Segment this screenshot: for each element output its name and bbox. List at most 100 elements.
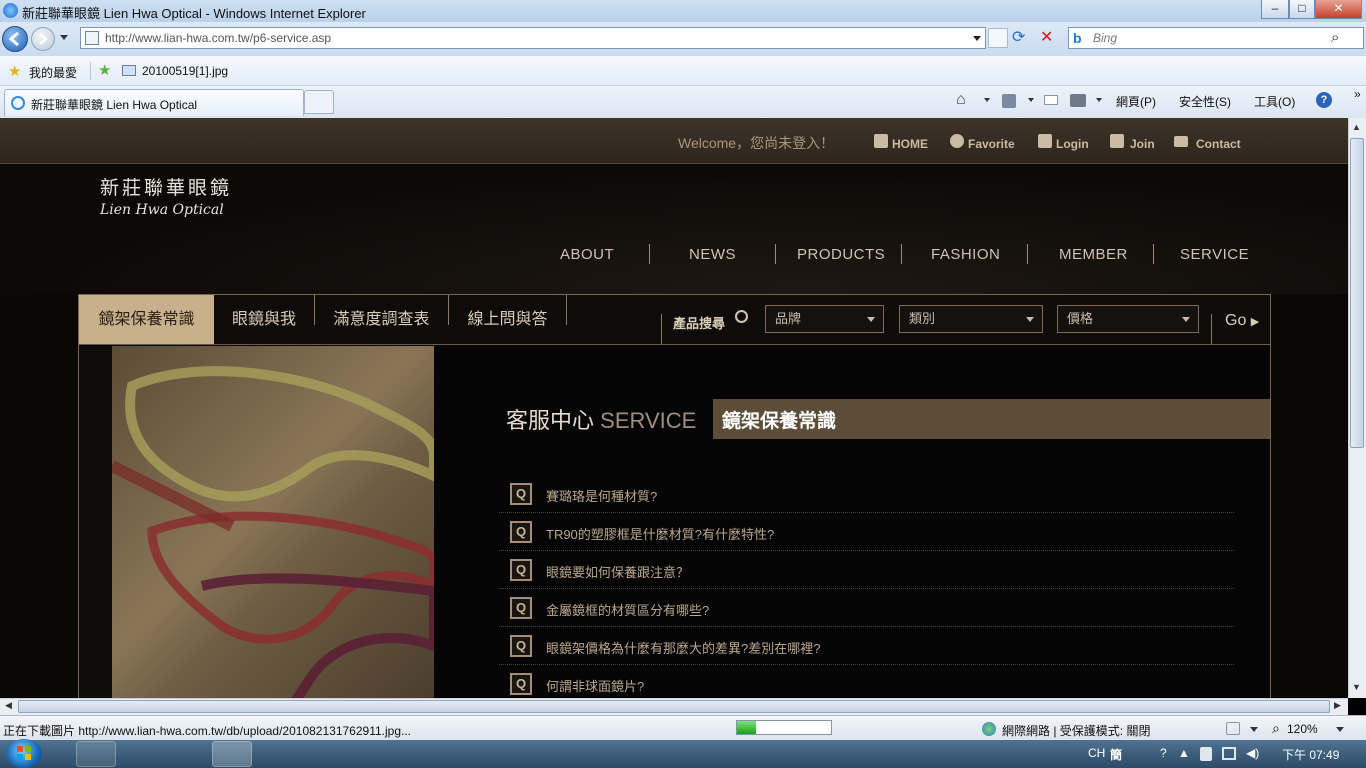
zoom-icon: ⌕ (1272, 720, 1280, 736)
question-item[interactable]: Q 賽璐珞是何種材質? (499, 475, 1234, 513)
scroll-up-icon[interactable]: ▲ (1352, 122, 1361, 132)
taskbar-internet-explorer[interactable] (212, 741, 252, 767)
product-search-label: 產品搜尋 (673, 316, 726, 331)
site-logo-chinese[interactable]: 新莊聯華眼鏡 (100, 173, 232, 200)
feeds-icon[interactable] (1002, 94, 1016, 108)
subtab-satisfaction-survey[interactable]: 滿意度調查表 (315, 295, 448, 344)
chevron-more-icon[interactable]: » (1354, 87, 1361, 101)
question-link[interactable]: 眼鏡架價格為什麼有那麼大的差異?差別在哪裡? (546, 638, 820, 657)
question-link[interactable]: 金屬鏡框的材質區分有哪些? (546, 600, 709, 619)
question-item[interactable]: Q 眼鏡架價格為什麼有那麼大的差異?差別在哪裡? (499, 627, 1234, 665)
top-link-home[interactable]: HOME (892, 137, 928, 151)
add-favorite-icon[interactable]: ★ (98, 61, 111, 79)
question-item[interactable]: Q 眼鏡要如何保養跟注意？ (499, 551, 1234, 589)
go-separator (1211, 314, 1212, 344)
vertical-scroll-thumb[interactable] (1350, 138, 1364, 448)
forward-button[interactable] (31, 27, 55, 51)
question-item[interactable]: Q 金屬鏡框的材質區分有哪些? (499, 589, 1234, 627)
favorite-link-item[interactable]: 20100519[1].jpg (142, 64, 228, 78)
go-button[interactable]: Go ▶ (1225, 312, 1259, 330)
stop-icon[interactable]: ✕ (1040, 27, 1053, 47)
popup-blocker-icon[interactable] (1226, 722, 1240, 735)
tools-menu[interactable]: 工具(O) (1254, 93, 1295, 110)
back-button[interactable] (2, 26, 28, 52)
scroll-left-icon[interactable]: ◀ (5, 700, 12, 711)
zoom-dropdown-icon[interactable] (1336, 727, 1344, 732)
home-dropdown-icon[interactable] (984, 98, 990, 102)
price-select[interactable]: 價格 (1057, 305, 1199, 333)
tab-active[interactable]: 新莊聯華眼鏡 Lien Hwa Optical (4, 89, 304, 116)
subtab-glasses-and-me[interactable]: 眼鏡與我 (214, 295, 314, 344)
nav-about[interactable]: ABOUT (560, 246, 614, 263)
close-button[interactable]: ✕ (1315, 0, 1362, 19)
horizontal-scroll-thumb[interactable] (18, 700, 1330, 713)
address-bar[interactable]: http://www.lian-hwa.com.tw/p6-service.as… (80, 27, 986, 49)
page-menu[interactable]: 網頁(P) (1116, 93, 1156, 110)
ime-indicator[interactable]: 簡 (1110, 746, 1122, 763)
popup-dropdown-icon[interactable] (1250, 727, 1258, 732)
security-zone[interactable]: 網際網路 | 受保護模式: 關閉 (1002, 722, 1150, 739)
mail-icon[interactable] (1044, 95, 1058, 105)
top-link-favorite[interactable]: Favorite (968, 137, 1015, 151)
brand-select[interactable]: 品牌 (765, 305, 884, 333)
print-dropdown-icon[interactable] (1096, 98, 1102, 102)
search-input[interactable]: Bing (1093, 31, 1117, 45)
ime-tools-icon[interactable]: ? (1160, 746, 1167, 760)
top-link-join[interactable]: Join (1130, 137, 1155, 151)
subtab-frame-care[interactable]: 鏡架保養常識 (79, 295, 214, 344)
question-item[interactable]: Q TR90的塑膠框是什麼材質?有什麼特性? (499, 513, 1234, 551)
home-icon[interactable]: ⌂ (956, 91, 966, 109)
nav-service[interactable]: SERVICE (1180, 246, 1249, 263)
minimize-button[interactable]: – (1261, 0, 1289, 19)
clock[interactable]: 下午 07:49 (1282, 746, 1339, 763)
category-select[interactable]: 類別 (899, 305, 1043, 333)
page-title: 客服中心 SERVICE (506, 403, 696, 435)
favorites-star-icon: ★ (8, 63, 22, 80)
subtab-online-qa[interactable]: 線上問與答 (449, 295, 566, 344)
compatibility-view-icon[interactable] (988, 28, 1008, 48)
network-icon[interactable] (1222, 747, 1236, 760)
refresh-icon[interactable]: ⟳ (1012, 27, 1025, 47)
tab-label: 新莊聯華眼鏡 Lien Hwa Optical (31, 98, 198, 112)
favorites-button[interactable]: 我的最愛 (29, 64, 77, 81)
scroll-down-icon[interactable]: ▼ (1352, 682, 1361, 692)
site-logo-english[interactable]: Lien Hwa Optical (100, 202, 224, 218)
top-link-login[interactable]: Login (1056, 137, 1089, 151)
taskbar-folder[interactable] (123, 741, 163, 767)
new-tab-button[interactable] (304, 90, 334, 114)
question-item[interactable]: Q 何謂非球面鏡片? (499, 665, 1234, 698)
section-title: 鏡架保養常識 (722, 411, 837, 432)
page-title-english: SERVICE (600, 408, 697, 433)
history-dropdown-icon[interactable] (60, 35, 68, 40)
help-icon[interactable]: ? (1316, 92, 1332, 108)
taskbar-app[interactable] (166, 741, 206, 767)
volume-icon[interactable]: ◀) (1246, 746, 1259, 760)
search-icon[interactable]: ⌕ (1331, 29, 1339, 46)
brand-select-value: 品牌 (775, 311, 802, 326)
maximize-button[interactable]: □ (1289, 0, 1315, 19)
feeds-dropdown-icon[interactable] (1028, 98, 1034, 102)
show-hidden-icons[interactable]: ▲ (1178, 746, 1190, 760)
nav-news[interactable]: NEWS (689, 246, 736, 263)
language-indicator[interactable]: CH (1088, 746, 1105, 760)
nav-products[interactable]: PRODUCTS (797, 246, 885, 263)
device-icon[interactable] (1200, 747, 1212, 761)
url-dropdown-icon[interactable] (973, 36, 981, 41)
question-link[interactable]: 眼鏡要如何保養跟注意？ (546, 562, 689, 581)
url-text[interactable]: http://www.lian-hwa.com.tw/p6-service.as… (105, 31, 331, 45)
title-bar: 新莊聯華眼鏡 Lien Hwa Optical - Windows Intern… (0, 0, 1366, 22)
zoom-level[interactable]: 120% (1287, 722, 1318, 736)
question-link[interactable]: 賽璐珞是何種材質? (546, 486, 657, 505)
print-icon[interactable] (1070, 94, 1086, 107)
top-link-contact[interactable]: Contact (1196, 137, 1241, 151)
window-title: 新莊聯華眼鏡 Lien Hwa Optical - Windows Intern… (22, 6, 366, 21)
search-box[interactable]: b Bing ⌕ (1068, 27, 1364, 49)
scroll-right-icon[interactable]: ▶ (1334, 700, 1341, 711)
taskbar-explorer[interactable] (76, 741, 116, 767)
safety-menu[interactable]: 安全性(S) (1179, 93, 1231, 110)
question-link[interactable]: 何謂非球面鏡片? (546, 676, 644, 695)
question-link[interactable]: TR90的塑膠框是什麼材質?有什麼特性? (546, 524, 774, 543)
welcome-text: Welcome，您尚未登入！ (678, 135, 835, 151)
nav-fashion[interactable]: FASHION (931, 246, 1000, 263)
nav-member[interactable]: MEMBER (1059, 246, 1128, 263)
